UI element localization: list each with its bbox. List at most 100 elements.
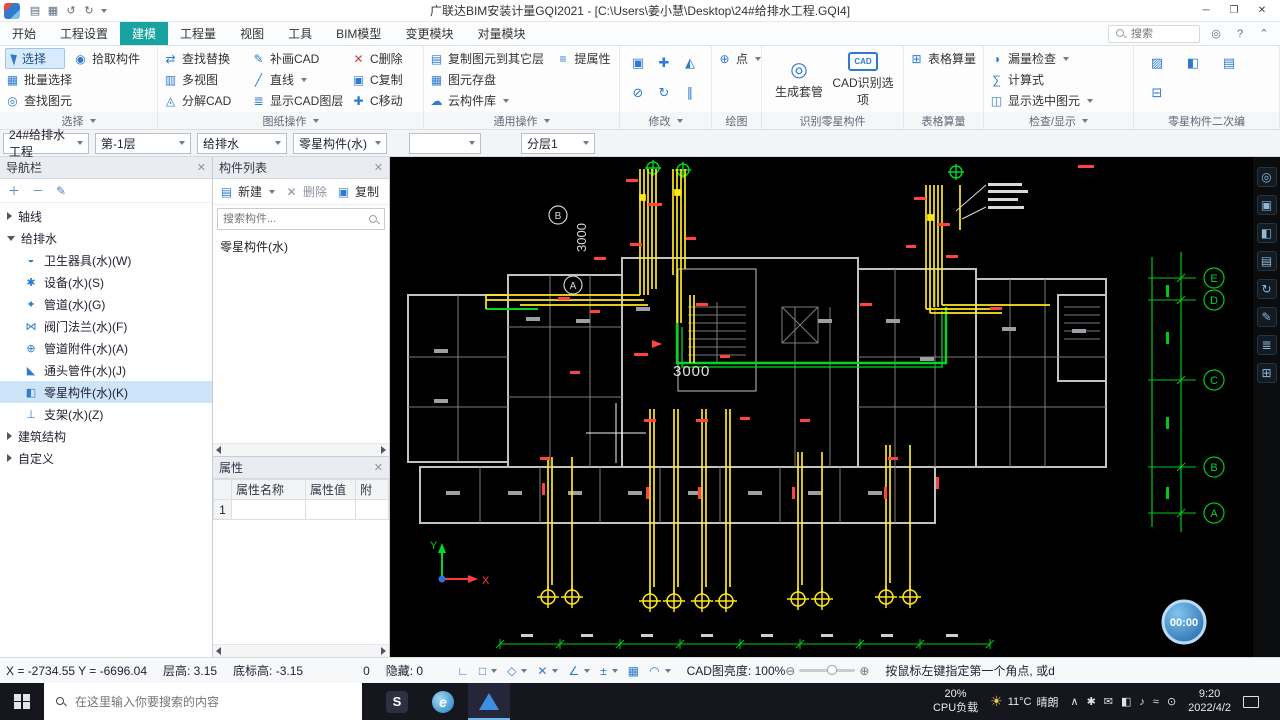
line-tool-button[interactable]: ╱ 直线 — [251, 69, 351, 90]
close-icon[interactable]: ✕ — [374, 461, 383, 474]
account-icon[interactable]: ◎ — [1208, 27, 1224, 40]
save-element-button[interactable]: ▦ 图元存盘 — [429, 69, 614, 90]
nav-item-misc-component[interactable]: ◧ 零星构件(水)(K) — [0, 381, 212, 403]
modify-copy-button[interactable]: ▣ — [625, 48, 651, 78]
tab-modeling[interactable]: 建模 — [120, 22, 169, 45]
scroll-right-icon[interactable] — [381, 446, 386, 454]
grid-view-icon[interactable]: ⊞ — [1256, 363, 1277, 383]
delete-component-button[interactable]: ✕ 删除 — [284, 181, 327, 202]
group-label-check[interactable]: 检查/显示 — [984, 112, 1134, 129]
cloud-library-button[interactable]: ☁ 云构件库 — [429, 90, 614, 111]
generate-sleeve-button[interactable]: ◎ 生成套管 — [767, 48, 831, 110]
horizontal-scrollbar[interactable] — [213, 644, 389, 657]
collapse-ribbon-icon[interactable]: ⌃ — [1256, 27, 1272, 40]
nav-group-structure[interactable]: 建筑结构 — [0, 425, 212, 447]
tab-quantity[interactable]: 工程量 — [168, 22, 228, 45]
cad-viewport[interactable]: E D C B A B A 3000 3000 X Y 00:00 — [390, 157, 1253, 657]
scroll-left-icon[interactable] — [216, 446, 221, 454]
cad-move-button[interactable]: ✚ C移动 — [351, 90, 418, 111]
view-3d-icon[interactable]: ▣ — [1256, 195, 1277, 215]
maximize-button[interactable]: ❐ — [1220, 2, 1248, 20]
property-attach-cell[interactable] — [355, 499, 389, 520]
cube-view-icon[interactable]: ◧ — [1256, 223, 1277, 243]
recording-timer[interactable]: 00:00 — [1161, 599, 1207, 645]
nav-item-pipe[interactable]: ✦ 管道(水)(G) — [0, 293, 212, 315]
property-row[interactable]: 1 — [213, 499, 389, 520]
tab-project-settings[interactable]: 工程设置 — [48, 22, 120, 45]
save-icon[interactable]: ▦ — [44, 4, 62, 17]
explode-cad-button[interactable]: ◬ 分解CAD — [163, 90, 251, 111]
copy-to-other-floor-button[interactable]: ▤ 复制图元到其它层 — [429, 48, 548, 69]
print-button[interactable]: ▤ — [1211, 48, 1247, 78]
batch-select-button[interactable]: ▦ 批量选择 — [5, 69, 152, 90]
annotate-icon[interactable]: ✎ — [1256, 307, 1277, 327]
modify-mirror-button[interactable]: ◭ — [677, 48, 703, 78]
discipline-dropdown[interactable]: 给排水 — [197, 132, 287, 154]
property-name-cell[interactable] — [231, 499, 306, 520]
tab-change-module[interactable]: 变更模块 — [393, 22, 465, 45]
expand-all-icon[interactable]: ＋ — [8, 182, 20, 199]
tab-view[interactable]: 视图 — [228, 22, 276, 45]
component-list-item[interactable]: 零星构件(水) — [220, 238, 382, 255]
find-element-button[interactable]: ◎ 查找图元 — [5, 90, 152, 111]
display-icon[interactable]: ◧ — [1121, 695, 1131, 708]
minimize-button[interactable]: ─ — [1192, 2, 1220, 20]
nav-item-valve-flange[interactable]: ⋈ 阀门法兰(水)(F) — [0, 315, 212, 337]
taskbar-app-s[interactable]: S — [376, 683, 418, 720]
layers-icon[interactable]: ▤ — [1256, 251, 1277, 271]
network-icon[interactable]: ≈ — [1153, 696, 1159, 708]
ribbon-search-box[interactable] — [1108, 24, 1200, 43]
cad-copy-button[interactable]: ▣ C复制 — [351, 69, 418, 90]
point-tool-button[interactable]: ⊕ 点 — [717, 48, 761, 69]
table-quantity-button[interactable]: ⊞ 表格算量 — [909, 48, 978, 69]
cad-delete-button[interactable]: ✕ C删除 — [351, 48, 418, 69]
pick-component-button[interactable]: ◉ 拾取构件 — [73, 48, 152, 69]
horizontal-scrollbar[interactable] — [213, 443, 389, 456]
taskbar-search-input[interactable] — [75, 694, 351, 709]
brightness-minus-icon[interactable]: ⊖ — [785, 664, 795, 678]
scroll-right-icon[interactable] — [381, 647, 386, 655]
nav-group-custom[interactable]: 自定义 — [0, 447, 212, 469]
close-button[interactable]: ✕ — [1248, 2, 1276, 20]
show-selected-button[interactable]: ◫ 显示选中图元 — [989, 90, 1128, 111]
modify-offset-button[interactable]: ∥ — [677, 78, 703, 108]
nav-group-axis[interactable]: 轴线 — [0, 205, 212, 227]
increment-icon[interactable]: ± — [600, 664, 618, 678]
show-cad-layers-button[interactable]: ≣ 显示CAD图层 — [251, 90, 351, 111]
tray-app-icon[interactable]: ✱ — [1087, 695, 1096, 708]
mail-icon[interactable]: ✉ — [1104, 695, 1113, 708]
redo-icon[interactable]: ↻ — [80, 4, 98, 17]
grid-toggle-icon[interactable]: ▦ — [628, 664, 639, 678]
find-replace-button[interactable]: ⇄ 查找替换 — [163, 48, 251, 69]
nav-item-sanitary-fixture[interactable]: ◒ 卫生器具(水)(W) — [0, 249, 212, 271]
new-file-icon[interactable]: ▤ — [26, 4, 44, 17]
tab-tools[interactable]: 工具 — [276, 22, 324, 45]
volume-icon[interactable]: ♪ — [1139, 696, 1145, 708]
cross-select-icon[interactable]: ✕ — [537, 664, 559, 678]
cpu-monitor[interactable]: 20% CPU负载 — [933, 688, 978, 714]
new-component-button[interactable]: ▤ 新建 — [219, 181, 276, 202]
tab-compare-module[interactable]: 对量模块 — [465, 22, 537, 45]
tab-bim-model[interactable]: BIM模型 — [324, 22, 393, 45]
select-tool-button[interactable]: 选择 — [5, 48, 65, 69]
nav-item-equipment[interactable]: ✱ 设备(水)(S) — [0, 271, 212, 293]
multi-view-button[interactable]: ▥ 多视图 — [163, 69, 251, 90]
notification-center-icon[interactable] — [1243, 695, 1259, 708]
group-label-sheet-ops[interactable]: 图纸操作 — [158, 112, 424, 129]
layer-dropdown[interactable]: 分层1 — [521, 132, 595, 154]
tray-expand-icon[interactable]: ∧ — [1071, 695, 1079, 708]
misc-tool2-button[interactable]: ◧ — [1175, 48, 1211, 78]
nav-group-plumbing[interactable]: 给排水 — [0, 227, 212, 249]
modify-rotate-button[interactable]: ↻ — [651, 78, 677, 108]
taskbar-app-browser[interactable]: e — [422, 683, 464, 720]
language-icon[interactable]: ⊙ — [1167, 695, 1176, 708]
property-value-cell[interactable] — [305, 499, 356, 520]
close-icon[interactable]: ✕ — [374, 161, 383, 174]
start-button[interactable] — [0, 683, 44, 720]
edit-icon[interactable]: ✎ — [56, 184, 66, 198]
name-dropdown[interactable] — [409, 132, 481, 154]
close-icon[interactable]: ✕ — [197, 161, 206, 174]
taskbar-app-glodon[interactable] — [468, 683, 510, 720]
redraw-cad-button[interactable]: ✎ 补画CAD — [251, 48, 351, 69]
arc-tool-icon[interactable]: ◠ — [649, 664, 671, 678]
